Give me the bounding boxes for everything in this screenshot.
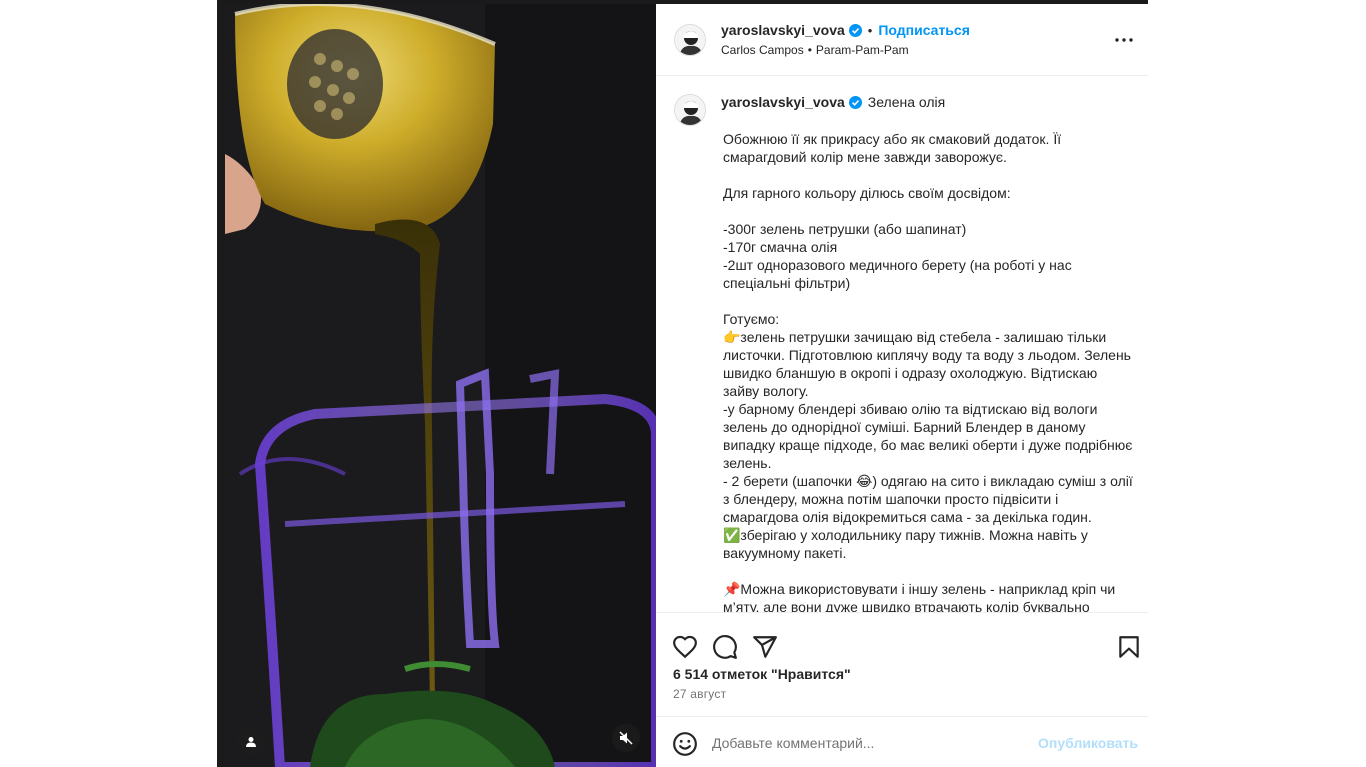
verified-badge-icon [848, 95, 862, 109]
video-frame [225, 4, 656, 767]
likes-count[interactable]: 6 514 отметок "Нравится" [673, 666, 851, 682]
more-horizontal-icon[interactable] [1112, 28, 1136, 52]
muted-speaker-icon[interactable] [612, 724, 640, 752]
comment-bar: Опубликовать [656, 716, 1148, 767]
post-header: yaroslavskyi_vova • Подписаться Carlos C… [656, 4, 1148, 76]
audio-track: Param-Pam-Pam [815, 43, 909, 57]
author-username[interactable]: yaroslavskyi_vova [721, 22, 845, 38]
caption-section[interactable]: yaroslavskyi_vova Зелена олія Обожнюю її… [656, 77, 1148, 612]
verified-badge-icon [848, 23, 862, 37]
action-bar [656, 612, 1148, 672]
follow-button[interactable]: Подписаться [878, 22, 970, 38]
audio-separator: • [807, 43, 812, 57]
caption-text: Обожнюю її як прикрасу або як смаковий д… [723, 131, 1133, 612]
caption-author-avatar[interactable] [674, 94, 706, 126]
send-icon[interactable] [752, 634, 778, 660]
post-details-panel: yaroslavskyi_vova • Подписаться Carlos C… [656, 4, 1148, 767]
caption-head: yaroslavskyi_vova Зелена олія [721, 94, 945, 110]
comment-input[interactable] [712, 730, 1032, 756]
audio-info[interactable]: Carlos Campos • Param-Pam-Pam [721, 43, 909, 57]
caption-author-username[interactable]: yaroslavskyi_vova [721, 94, 845, 110]
user-tag-icon[interactable] [237, 728, 265, 756]
publish-button[interactable]: Опубликовать [1038, 735, 1138, 751]
caption-title: Зелена олія [867, 94, 946, 110]
author-line: yaroslavskyi_vova • Подписаться [721, 22, 970, 38]
author-avatar[interactable] [674, 24, 706, 56]
emoji-icon[interactable] [672, 731, 698, 757]
audio-artist: Carlos Campos [721, 43, 804, 57]
post-date[interactable]: 27 август [673, 687, 726, 701]
separator-dot: • [867, 22, 873, 38]
bookmark-icon[interactable] [1116, 634, 1142, 660]
heart-icon[interactable] [672, 634, 698, 660]
comment-icon[interactable] [712, 634, 738, 660]
post-video[interactable] [225, 4, 656, 767]
